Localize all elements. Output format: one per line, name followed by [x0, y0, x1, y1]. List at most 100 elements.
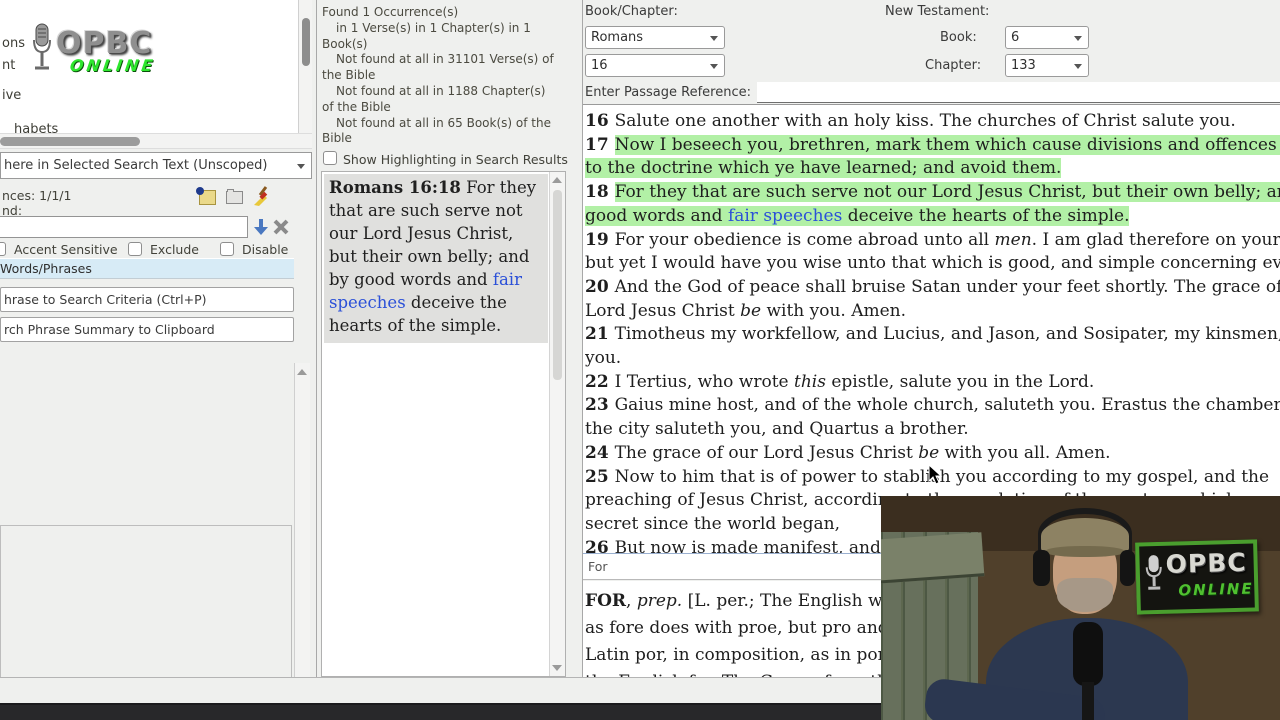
text-line: 19 For your obedience is come abroad unt…: [585, 229, 1280, 253]
scrollbar-thumb[interactable]: [553, 190, 562, 380]
search-hit-link[interactable]: fair speeches: [727, 205, 843, 226]
text-segment: prep.: [636, 591, 683, 611]
text-segment: 19: [585, 229, 615, 250]
chapter-dropdown[interactable]: 16: [585, 54, 725, 77]
module-list-item[interactable]: ive: [2, 88, 21, 103]
sign-brand-text: OPBC: [1165, 547, 1247, 579]
logo-sub-text: ONLINE: [68, 56, 157, 75]
text-segment: this: [794, 371, 826, 392]
summary-line: Found 1 Occurrence(s): [322, 5, 459, 19]
horizontal-scrollbar[interactable]: [0, 133, 312, 149]
chapter-dropdown-value: 16: [591, 58, 608, 73]
disable-checkbox[interactable]: [220, 242, 234, 256]
text-line: 18 For they that are such serve not our …: [585, 181, 1280, 205]
add-phrase-button[interactable]: hrase to Search Criteria (Ctrl+P): [0, 287, 294, 312]
text-line: 17 Now I beseech you, brethren, mark the…: [585, 134, 1280, 158]
find-input[interactable]: [0, 216, 248, 238]
show-highlighting-checkbox[interactable]: [323, 151, 337, 165]
headphone-left-cup: [1033, 550, 1050, 586]
text-segment: secret since the world began,: [585, 513, 841, 534]
scrollbar-thumb[interactable]: [0, 137, 140, 146]
search-result-item[interactable]: Romans 16:18 For they that are such serv…: [324, 174, 548, 343]
clear-broom-icon[interactable]: [250, 185, 272, 207]
nt-book-label: Book:: [940, 30, 977, 45]
text-line: the city saluteth you, and Quartus a bro…: [585, 418, 1280, 442]
text-segment: with you. Amen.: [761, 300, 907, 321]
text-segment: 21: [585, 324, 615, 345]
scroll-up-icon[interactable]: [297, 369, 307, 375]
passage-reference-input[interactable]: [757, 82, 1280, 103]
text-segment: Now I beseech you, brethren, mark them w…: [614, 134, 1280, 155]
accent-sensitive-checkbox[interactable]: [0, 242, 6, 256]
text-segment: 20: [585, 276, 615, 297]
exclude-checkbox[interactable]: [128, 242, 142, 256]
book-chapter-label: Book/Chapter:: [585, 4, 678, 19]
module-list-item[interactable]: ons: [2, 36, 25, 51]
text-line: you.: [585, 347, 1280, 371]
text-segment: men: [994, 229, 1032, 250]
chevron-down-icon: [1074, 63, 1082, 69]
show-highlighting-label: Show Highlighting in Search Results: [343, 152, 568, 167]
selected-list-item-words-phrases[interactable]: Words/Phrases: [0, 258, 294, 279]
scroll-down-icon[interactable]: [552, 665, 562, 671]
move-down-icon[interactable]: [252, 218, 270, 236]
opbc-logo: OPBC ONLINE: [30, 22, 160, 88]
module-list-item[interactable]: habets: [14, 122, 58, 133]
add-note-icon[interactable]: [196, 187, 216, 205]
remove-x-icon[interactable]: [273, 219, 289, 235]
summary-line: Not found at all in 1188 Chapter(s): [336, 83, 546, 98]
text-segment: For your obedience is come abroad unto a…: [614, 229, 995, 250]
text-segment: . I am glad therefore on your behalf:: [1031, 229, 1280, 250]
module-list-scrollbar[interactable]: [298, 0, 312, 133]
nt-book-dropdown[interactable]: 6: [1005, 26, 1089, 49]
search-scope-dropdown[interactable]: here in Selected Search Text (Unscoped): [0, 152, 312, 179]
text-line: Lord Jesus Christ be with you. Amen.: [585, 300, 1280, 324]
text-segment: 22: [585, 371, 615, 392]
text-segment: deceive the hearts of the simple.: [842, 205, 1130, 226]
text-line: 23 Gaius mine host, and of the whole chu…: [585, 394, 1280, 418]
text-segment: the city saluteth you, and Quartus a bro…: [585, 419, 969, 440]
search-scope-value: here in Selected Search Text (Unscoped): [4, 158, 268, 173]
headphone-right-cup: [1120, 550, 1135, 586]
nt-chapter-value: 133: [1011, 58, 1036, 73]
book-dropdown[interactable]: Romans: [585, 26, 725, 49]
summary-line: the Bible: [322, 68, 376, 83]
text-segment: 17: [585, 134, 615, 155]
nt-chapter-dropdown[interactable]: 133: [1005, 54, 1089, 77]
text-segment: to the doctrine which ye have learned; a…: [585, 158, 1062, 179]
microphone-icon: [33, 23, 51, 70]
text-segment: Lord Jesus Christ: [585, 300, 741, 321]
dictionary-lookup-value: For: [588, 559, 608, 574]
text-segment: I Tertius, who wrote: [614, 371, 794, 392]
text-segment: be: [740, 300, 762, 321]
text-segment: epistle, salute you in the Lord.: [825, 371, 1095, 392]
search-results-column: Found 1 Occurrence(s) in 1 Verse(s) in 1 …: [317, 0, 583, 677]
text-segment: 25: [585, 466, 615, 487]
video-opbc-sign: OPBC ONLINE: [1135, 539, 1259, 615]
summary-line: Book(s): [322, 36, 368, 51]
text-line: to the doctrine which ye have learned; a…: [585, 157, 1280, 181]
text-segment: 23: [585, 395, 615, 416]
text-segment: ,: [626, 591, 637, 611]
text-segment: with you all. Amen.: [939, 442, 1111, 463]
module-list-item[interactable]: nt: [2, 58, 15, 73]
new-testament-label: New Testament:: [885, 4, 990, 19]
scroll-up-icon[interactable]: [552, 177, 562, 183]
studio-microphone: [1073, 622, 1103, 686]
text-segment: you.: [585, 348, 622, 369]
text-segment: And the God of peace shall bruise Satan …: [614, 276, 1280, 297]
microphone-stand: [1082, 682, 1094, 720]
text-segment: The grace of our Lord Jesus Christ: [614, 442, 919, 463]
scrollbar-thumb[interactable]: [302, 18, 310, 66]
accent-sensitive-label: Accent Sensitive: [14, 242, 118, 257]
panel-scrollbar[interactable]: [294, 363, 310, 720]
copy-summary-button[interactable]: rch Phrase Summary to Clipboard: [0, 317, 294, 342]
text-line: 20 And the God of peace shall bruise Sat…: [585, 276, 1280, 300]
results-scrollbar[interactable]: [549, 172, 565, 676]
mouse-cursor: [928, 464, 943, 485]
text-segment: Timotheus my workfellow, and Lucius, and…: [614, 324, 1280, 345]
text-segment: FOR: [585, 591, 627, 611]
folder-icon[interactable]: [226, 189, 243, 204]
text-line: 21 Timotheus my workfellow, and Lucius, …: [585, 323, 1280, 347]
occurrences-count: nces: 1/1/1: [2, 188, 72, 203]
